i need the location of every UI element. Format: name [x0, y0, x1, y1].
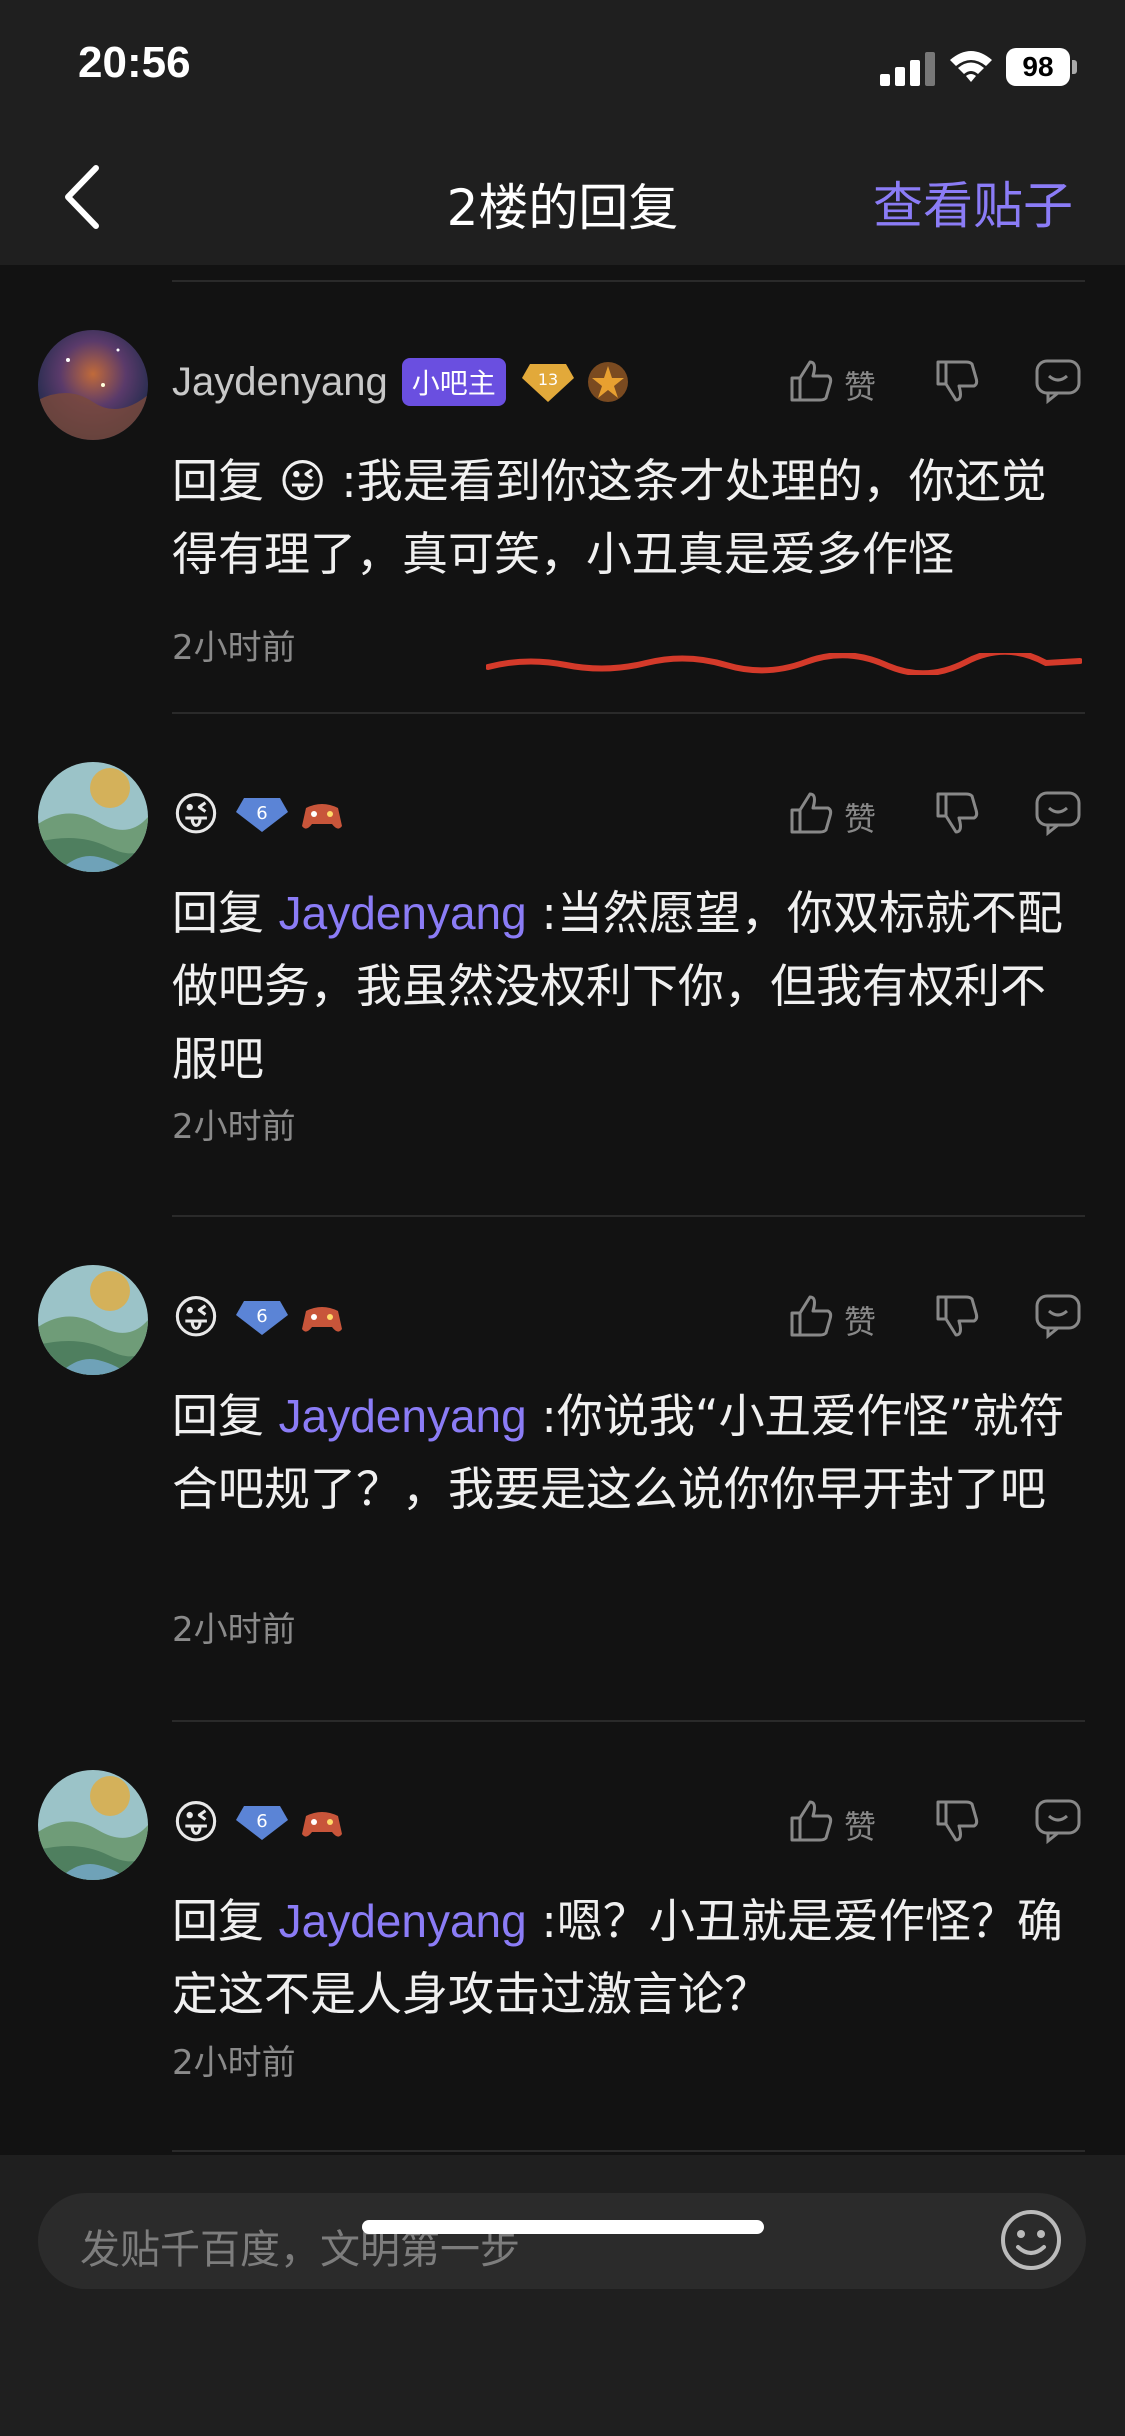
- comment-item: 😜 6 赞 回复 Jaydenyang :当然愿望，你双标就不配做吧务，我虽然没…: [0, 762, 1125, 1162]
- mention-link[interactable]: Jaydenyang: [279, 1895, 527, 1947]
- comment-body: 回复 Jaydenyang :嗯？小丑就是爱作怪？确定这不是人身攻击过激言论？: [172, 1885, 1072, 2031]
- username[interactable]: Jaydenyang: [172, 360, 388, 405]
- divider: [172, 1720, 1085, 1722]
- username-row: 😜 6: [172, 1792, 356, 1852]
- divider: [172, 712, 1085, 714]
- avatar[interactable]: [38, 1770, 148, 1880]
- battery-tip: [1072, 60, 1077, 74]
- username-emoji[interactable]: 😜: [172, 791, 220, 837]
- battery-level: 98: [1006, 48, 1070, 86]
- username-row: 😜 6: [172, 1287, 356, 1347]
- battery-icon: 98: [1006, 48, 1078, 86]
- divider: [172, 280, 1085, 282]
- level-number: 6: [256, 803, 267, 824]
- like-icon[interactable]: [786, 1796, 836, 1846]
- red-annotation-underline: [486, 653, 1082, 675]
- like-label[interactable]: 赞: [844, 1802, 876, 1848]
- comment-body: 回复 Jaydenyang :当然愿望，你双标就不配做吧务，我虽然没权利下你，但…: [172, 877, 1072, 1096]
- reply-list: Jaydenyang 小吧主 13 赞 回复 😜:我是看到你这条才处理的，你还…: [0, 265, 1125, 2155]
- comment-actions: 赞: [786, 784, 1086, 844]
- like-label[interactable]: 赞: [844, 1297, 876, 1343]
- username-row: Jaydenyang 小吧主 13: [172, 352, 642, 412]
- comment-actions: 赞: [786, 1287, 1086, 1347]
- status-bar: 20:56 98: [0, 0, 1125, 130]
- level-badge-icon: 13: [521, 364, 574, 402]
- status-time: 20:56: [78, 38, 191, 87]
- username-row: 😜 6: [172, 784, 356, 844]
- reply-prefix: 回复: [172, 886, 279, 940]
- medal-icon: [587, 362, 628, 402]
- gamepad-icon: [301, 804, 342, 829]
- emoji-icon[interactable]: [998, 2207, 1064, 2273]
- view-post-button[interactable]: 查看贴子: [873, 166, 1073, 238]
- username-emoji[interactable]: 😜: [172, 1799, 220, 1845]
- reply-prefix: 回复: [172, 1389, 279, 1443]
- dislike-icon[interactable]: [932, 1796, 982, 1846]
- divider: [172, 1215, 1085, 1217]
- comment-item: 😜 6 赞 回复 Jaydenyang :你说我“小丑爱作怪”就符合吧规了？，我…: [0, 1265, 1125, 1665]
- like-icon[interactable]: [786, 356, 836, 406]
- level-number: 13: [538, 370, 558, 389]
- timestamp: 2小时前: [172, 1610, 296, 1650]
- comment-body: 回复 Jaydenyang :你说我“小丑爱作怪”就符合吧规了？，我要是这么说你…: [172, 1380, 1072, 1526]
- level-badge-icon: 6: [235, 1301, 288, 1335]
- gamepad-icon: [301, 1307, 342, 1332]
- comment-item: 😜 6 赞 回复 Jaydenyang :嗯？小丑就是爱作怪？确定这不是人身攻击…: [0, 1770, 1125, 2110]
- like-label[interactable]: 赞: [844, 362, 876, 408]
- reply-icon[interactable]: [1034, 790, 1082, 836]
- timestamp: 2小时前: [172, 1107, 296, 1147]
- divider: [172, 2150, 1085, 2152]
- comment-input[interactable]: 发贴千百度，文明第一步: [38, 2193, 1086, 2289]
- timestamp: 2小时前: [172, 628, 296, 668]
- like-icon[interactable]: [786, 788, 836, 838]
- timestamp: 2小时前: [172, 2043, 296, 2083]
- avatar[interactable]: [38, 1265, 148, 1375]
- username-emoji[interactable]: 😜: [172, 1294, 220, 1340]
- home-indicator[interactable]: [362, 2220, 764, 2234]
- reply-prefix: 回复: [172, 1894, 279, 1948]
- comment-input-bar: 发贴千百度，文明第一步: [0, 2155, 1125, 2436]
- dislike-icon[interactable]: [932, 788, 982, 838]
- gamepad-icon: [301, 1812, 342, 1837]
- level-badge-icon: 6: [235, 798, 288, 832]
- like-icon[interactable]: [786, 1291, 836, 1341]
- dislike-icon[interactable]: [932, 1291, 982, 1341]
- level-number: 6: [256, 1811, 267, 1832]
- reply-icon[interactable]: [1034, 1798, 1082, 1844]
- dislike-icon[interactable]: [932, 356, 982, 406]
- reply-icon[interactable]: [1034, 358, 1082, 404]
- comment-actions: 赞: [786, 1792, 1086, 1852]
- comment-body: 回复 😜 :我是看到你这条才处理的，你还觉得有理了，真可笑，小丑真是爱多作怪: [172, 454, 1047, 581]
- signal-icon: [880, 52, 935, 86]
- wifi-icon: [950, 51, 992, 82]
- avatar[interactable]: [38, 762, 148, 872]
- nav-bar: 2楼的回复 查看贴子: [0, 130, 1125, 265]
- mention-link[interactable]: Jaydenyang: [279, 887, 527, 939]
- level-number: 6: [256, 1306, 267, 1327]
- avatar[interactable]: [38, 330, 148, 440]
- level-badge-icon: 6: [235, 1806, 288, 1840]
- reply-icon[interactable]: [1034, 1293, 1082, 1339]
- moderator-badge: 小吧主: [401, 358, 506, 406]
- mention-link[interactable]: Jaydenyang: [279, 1390, 527, 1442]
- like-label[interactable]: 赞: [844, 794, 876, 840]
- comment-actions: 赞: [786, 352, 1086, 412]
